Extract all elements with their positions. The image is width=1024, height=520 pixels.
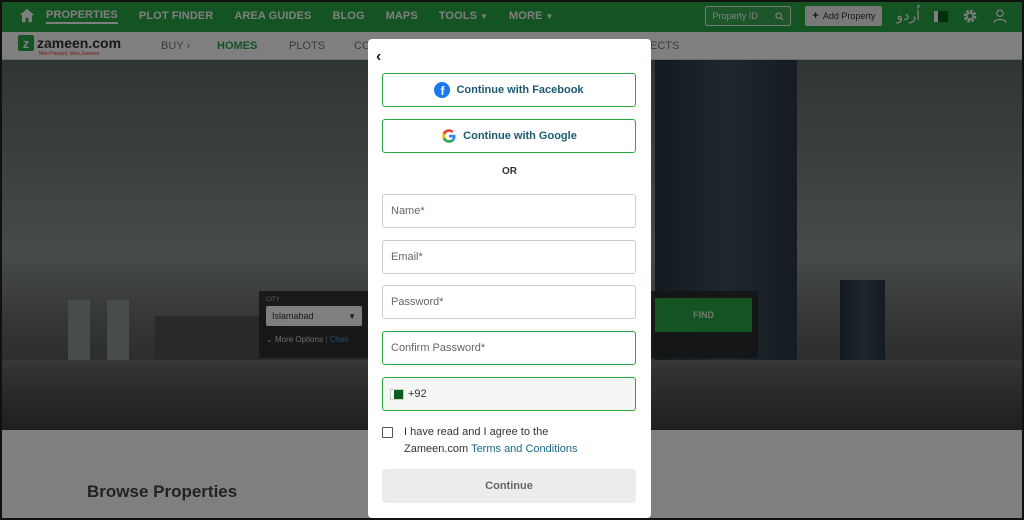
name-input[interactable] bbox=[391, 205, 627, 217]
phone-field[interactable]: +92 bbox=[382, 377, 636, 411]
facebook-button-label: Continue with Facebook bbox=[456, 84, 584, 96]
continue-with-facebook-button[interactable]: f Continue with Facebook bbox=[382, 73, 636, 107]
back-arrow-icon[interactable]: ‹ bbox=[376, 48, 381, 66]
terms-site-name: Zameen.com bbox=[404, 443, 469, 455]
email-input[interactable] bbox=[391, 251, 627, 263]
password-input[interactable] bbox=[391, 296, 627, 308]
signup-modal: ‹ f Continue with Facebook Continue with… bbox=[368, 39, 651, 518]
terms-line-1: I have read and I agree to the bbox=[404, 426, 549, 438]
facebook-icon: f bbox=[434, 82, 451, 98]
confirm-password-field[interactable] bbox=[382, 331, 636, 365]
or-divider: OR bbox=[502, 166, 517, 177]
email-field[interactable] bbox=[382, 240, 636, 274]
continue-with-google-button[interactable]: Continue with Google bbox=[382, 119, 636, 153]
name-field[interactable] bbox=[382, 194, 636, 228]
terms-agreement: I have read and I agree to the Zameen.co… bbox=[382, 424, 577, 458]
terms-text: I have read and I agree to the Zameen.co… bbox=[404, 424, 577, 458]
terms-and-conditions-link[interactable]: Terms and Conditions bbox=[471, 443, 577, 455]
google-icon bbox=[442, 129, 456, 143]
terms-checkbox[interactable] bbox=[382, 427, 393, 438]
google-button-label: Continue with Google bbox=[463, 130, 577, 142]
pakistan-flag-icon[interactable] bbox=[390, 388, 404, 400]
confirm-password-input[interactable] bbox=[391, 342, 627, 354]
terms-line-2: Zameen.com Terms and Conditions bbox=[404, 441, 577, 458]
password-field[interactable] bbox=[382, 285, 636, 319]
phone-country-code: +92 bbox=[408, 388, 427, 400]
continue-button[interactable]: Continue bbox=[382, 469, 636, 503]
